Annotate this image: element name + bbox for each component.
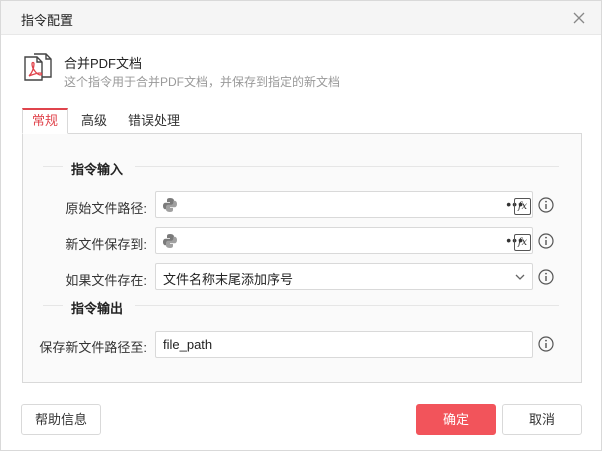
info-icon[interactable] [538, 336, 554, 352]
python-icon [163, 234, 177, 248]
if-exists-select[interactable]: 文件名称末尾添加序号 [155, 263, 533, 290]
section-divider [43, 305, 63, 306]
pdf-merge-icon [24, 53, 52, 81]
tab-panel-general: 指令输入 原始文件路径: ••• fx 新文件保存到: ••• fx 如果文件存… [22, 133, 582, 383]
input-section-title: 指令输入 [71, 162, 124, 177]
tab-advanced[interactable]: 高级 [74, 108, 114, 134]
python-icon [163, 198, 177, 212]
source-path-input[interactable]: ••• [155, 191, 533, 218]
command-description: 这个指令用于合并PDF文档，并保存到指定的新文档 [64, 75, 341, 89]
close-icon[interactable] [571, 10, 587, 26]
output-path-label: 保存新文件路径至: [39, 340, 147, 355]
output-variable-value: file_path [163, 337, 213, 352]
config-dialog: 指令配置 合并PDF文档 这个指令用于合并PDF文档，并保存到指定的新文档 常规… [0, 0, 602, 451]
info-icon[interactable] [538, 197, 554, 213]
section-divider [135, 166, 559, 167]
dialog-titlebar: 指令配置 [1, 1, 601, 35]
output-section-title: 指令输出 [71, 301, 124, 316]
command-name: 合并PDF文档 [64, 56, 143, 71]
info-icon[interactable] [538, 269, 554, 285]
tab-general[interactable]: 常规 [22, 108, 68, 134]
ok-button[interactable]: 确定 [416, 404, 496, 435]
section-divider [135, 305, 559, 306]
expression-icon[interactable]: fx [514, 234, 531, 251]
section-divider [43, 166, 63, 167]
tab-error-handling[interactable]: 错误处理 [122, 108, 186, 134]
save-to-input[interactable]: ••• [155, 227, 533, 254]
expression-icon[interactable]: fx [514, 198, 531, 215]
if-exists-label: 如果文件存在: [65, 273, 147, 288]
chevron-down-icon [515, 274, 525, 280]
info-icon[interactable] [538, 233, 554, 249]
output-variable-input[interactable]: file_path [155, 331, 533, 358]
source-path-label: 原始文件路径: [65, 201, 147, 216]
help-button[interactable]: 帮助信息 [21, 404, 101, 435]
cancel-button[interactable]: 取消 [502, 404, 582, 435]
save-to-label: 新文件保存到: [65, 237, 147, 252]
dialog-title: 指令配置 [21, 13, 74, 28]
if-exists-selected-value: 文件名称末尾添加序号 [163, 272, 294, 287]
